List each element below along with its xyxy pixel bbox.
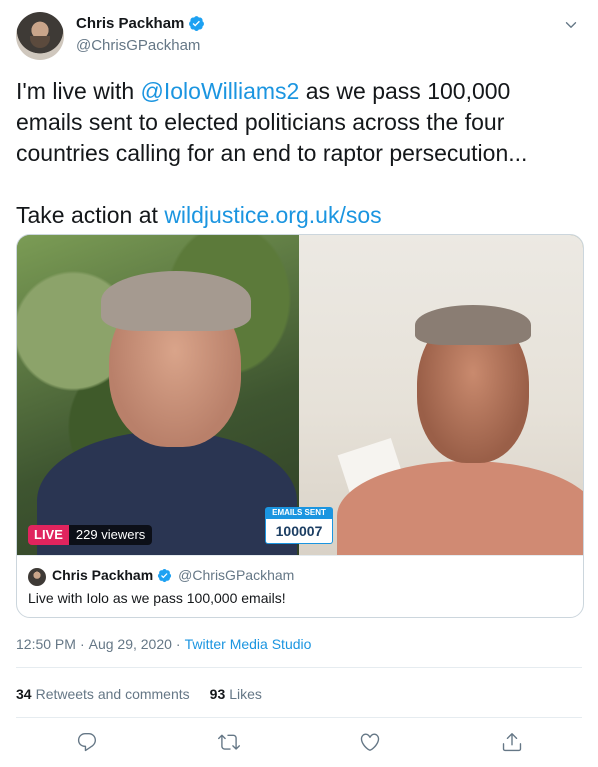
counter-value: 100007	[265, 519, 333, 544]
retweets-stat[interactable]: 34 Retweets and comments	[16, 686, 190, 702]
media-card[interactable]: LIVE 229 viewers EMAILS SENT 100007 Chri…	[16, 234, 584, 618]
tweet-text-part: I'm live with	[16, 78, 141, 104]
likes-stat[interactable]: 93 Likes	[210, 686, 262, 702]
tweet-time[interactable]: 12:50 PM	[16, 636, 76, 652]
card-author-name: Chris Packham	[52, 567, 154, 583]
emails-sent-counter: EMAILS SENT 100007	[265, 507, 333, 547]
author-name-row: Chris Packham	[76, 15, 205, 32]
video-person	[415, 305, 531, 345]
chevron-down-icon[interactable]	[562, 16, 580, 34]
tweet-meta: 12:50 PM · Aug 29, 2020 · Twitter Media …	[16, 636, 311, 652]
cta-link[interactable]: wildjustice.org.uk/sos	[164, 202, 381, 228]
tweet-actions	[16, 731, 582, 755]
avatar	[28, 568, 46, 586]
reply-icon[interactable]	[76, 731, 98, 753]
card-author-row: Chris Packham @ChrisGPackham	[52, 567, 294, 583]
live-label: LIVE	[28, 525, 69, 545]
tweet-source-link[interactable]: Twitter Media Studio	[185, 636, 312, 652]
cta-prefix: Take action at	[16, 202, 165, 228]
tweet-date[interactable]: Aug 29, 2020	[89, 636, 172, 652]
author-name[interactable]: Chris Packham	[76, 15, 184, 32]
video-person	[101, 271, 251, 331]
like-icon[interactable]	[359, 731, 381, 753]
tweet-stats: 34 Retweets and comments 93 Likes	[16, 686, 262, 702]
verified-badge-icon	[158, 568, 172, 582]
mention-link[interactable]: @IoloWilliams2	[141, 78, 300, 104]
tweet-header: Chris Packham @ChrisGPackham	[16, 10, 582, 62]
card-text: Live with Iolo as we pass 100,000 emails…	[28, 590, 286, 606]
verified-badge-icon	[189, 16, 205, 31]
divider	[16, 717, 582, 718]
avatar[interactable]	[16, 12, 64, 60]
meta-separator: ·	[175, 636, 181, 652]
retweet-icon[interactable]	[218, 731, 240, 753]
retweets-count: 34	[16, 686, 32, 702]
card-footer[interactable]: Chris Packham @ChrisGPackham Live with I…	[17, 555, 583, 617]
tweet-cta: Take action at wildjustice.org.uk/sos	[16, 200, 582, 231]
tweet-text: I'm live with @IoloWilliams2 as we pass …	[16, 76, 582, 231]
likes-count: 93	[209, 686, 226, 702]
live-badge: LIVE 229 viewers	[28, 525, 153, 545]
live-video[interactable]: LIVE 229 viewers EMAILS SENT 100007	[17, 235, 583, 555]
retweets-label: Retweets and comments	[35, 686, 190, 702]
card-author-handle: @ChrisGPackham	[178, 567, 295, 583]
counter-title: EMAILS SENT	[265, 507, 333, 519]
share-icon[interactable]	[501, 731, 523, 753]
divider	[16, 667, 582, 668]
author-handle[interactable]: @ChrisGPackham	[76, 37, 200, 54]
tweet-body: I'm live with @IoloWilliams2 as we pass …	[16, 76, 582, 169]
likes-label: Likes	[229, 686, 262, 702]
viewer-count: 229 viewers	[68, 525, 153, 545]
meta-separator: ·	[79, 636, 85, 652]
